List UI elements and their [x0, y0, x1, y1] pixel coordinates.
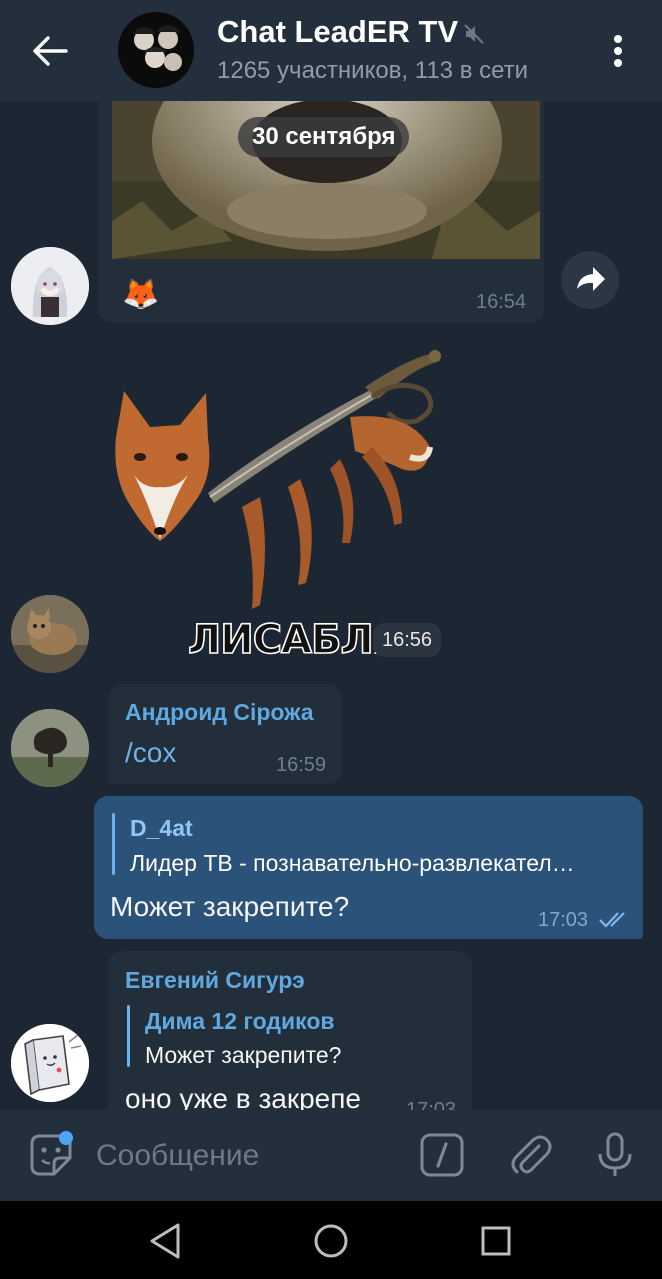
- nav-recents-button[interactable]: [474, 1219, 518, 1263]
- message-time: 17:03: [538, 909, 589, 931]
- message-text: оно уже в закрепе: [125, 1083, 361, 1110]
- back-button[interactable]: [22, 26, 78, 76]
- more-vert-icon: [614, 35, 622, 67]
- read-check-icon: [598, 909, 630, 931]
- message-time: 16:56: [373, 623, 442, 657]
- date-separator: 30 сентября: [238, 117, 410, 157]
- sticker-emoji-icon: [30, 1131, 73, 1176]
- more-menu-button[interactable]: [600, 26, 636, 76]
- avatar[interactable]: [11, 1024, 89, 1102]
- paperclip-icon: [511, 1135, 552, 1174]
- nav-back-button[interactable]: [144, 1219, 188, 1263]
- reply-quote-bar: [127, 1005, 130, 1067]
- message-input-bar: Сообщение: [0, 1110, 662, 1201]
- group-avatar[interactable]: [118, 12, 194, 88]
- message-input[interactable]: Сообщение: [96, 1136, 396, 1176]
- message-time: 16:54: [476, 291, 527, 313]
- avatar[interactable]: [11, 595, 89, 673]
- message-time: 17:03: [406, 1099, 457, 1110]
- voice-record-button[interactable]: [590, 1130, 640, 1180]
- message-list[interactable]: 30 сентября 🦊 16:54 ЛИСАБЛЯ 16:56 Андрои…: [0, 101, 662, 1110]
- reply-quote-text[interactable]: Лидер ТВ - познавательно-развлекател…: [130, 850, 626, 877]
- sender-name[interactable]: Евгений Сигурэ: [125, 967, 305, 994]
- share-button[interactable]: [561, 251, 619, 309]
- avatar[interactable]: [11, 247, 89, 325]
- bot-command-button[interactable]: [417, 1130, 467, 1180]
- nav-home-button[interactable]: [309, 1219, 353, 1263]
- chat-subtitle: 1265 участников, 113 в сети: [217, 57, 529, 84]
- chat-title[interactable]: Chat LeadER TV: [217, 14, 458, 50]
- reply-quote-sender[interactable]: D_4at: [130, 815, 193, 842]
- reply-quote-text[interactable]: Может закрепите?: [145, 1042, 341, 1069]
- nav-home-icon: [314, 1224, 348, 1258]
- message-time: 16:59: [276, 754, 327, 776]
- sticker-image[interactable]: [110, 347, 450, 617]
- reply-quote-sender[interactable]: Дима 12 годиков: [145, 1008, 335, 1035]
- nav-recents-icon: [481, 1226, 511, 1256]
- muted-icon: [462, 22, 486, 46]
- chat-header: Chat LeadER TV 1265 участников, 113 в се…: [0, 0, 662, 101]
- bot-command-icon: [420, 1133, 464, 1177]
- microphone-icon: [598, 1132, 632, 1176]
- fox-emoji: 🦊: [122, 278, 160, 311]
- arrow-left-icon: [33, 36, 68, 66]
- avatar[interactable]: [11, 709, 89, 787]
- sender-name[interactable]: Андроид Сірожа: [125, 699, 314, 726]
- attach-button[interactable]: [505, 1130, 555, 1180]
- reply-quote-bar: [112, 813, 115, 875]
- nav-back-icon: [150, 1223, 180, 1259]
- system-navigation-bar: [0, 1201, 662, 1279]
- sticker-emoji-button[interactable]: [26, 1130, 76, 1180]
- message-text: Может закрепите?: [110, 891, 350, 922]
- sticker-caption: ЛИСАБЛЯ: [187, 616, 404, 664]
- share-arrow-icon: [577, 267, 605, 291]
- message-text: /cox: [125, 737, 177, 768]
